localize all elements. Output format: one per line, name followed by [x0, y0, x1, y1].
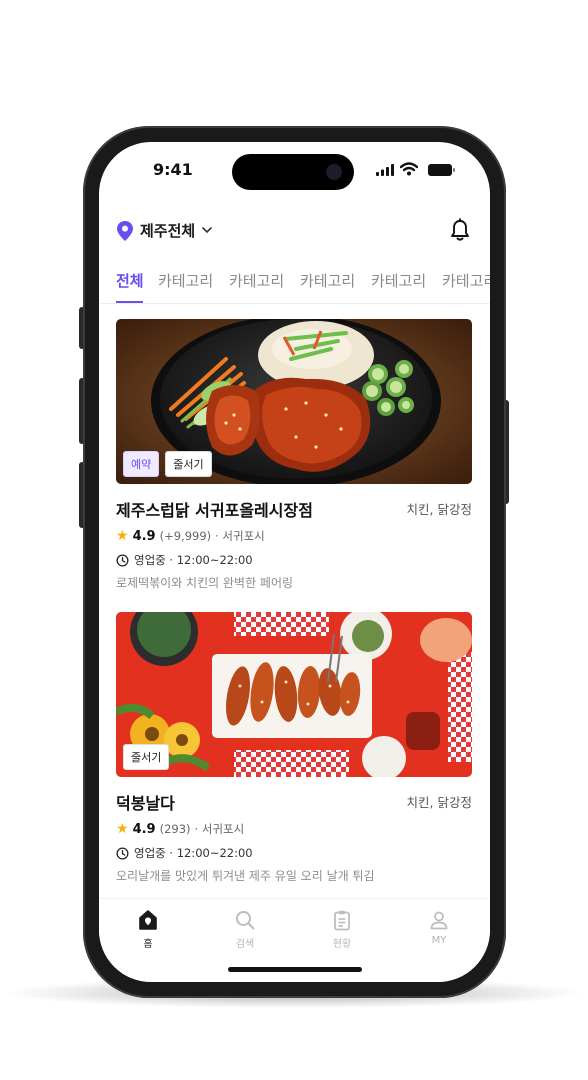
tab-all[interactable]: 전체 [116, 270, 144, 291]
nav-search[interactable]: 검색 [215, 909, 275, 950]
status-bar: 9:41 [99, 142, 490, 198]
location-selector[interactable]: 제주전체 [117, 220, 213, 241]
star-icon: ★ [116, 821, 129, 837]
nav-home-label: 홈 [143, 939, 153, 950]
waitlist-badge: 줄서기 [123, 744, 170, 770]
home-indicator[interactable] [228, 967, 362, 972]
store-hours: 영업중 · 12:00~22:00 [134, 553, 253, 567]
store-category: 치킨, 닭강정 [406, 502, 472, 517]
store-rating-row: ★ 4.9 (293) · 서귀포시 [116, 818, 472, 840]
search-icon [236, 911, 255, 930]
store-name: 제주스럽닭 서귀포올레시장점 [116, 501, 313, 520]
store-description: 오리날개를 맛있게 튀겨낸 제주 유일 오리 날개 튀김 [116, 869, 375, 883]
store-badges: 예약 줄서기 [123, 451, 212, 477]
bottom-navigation: 홈 검색 현황 MY [99, 898, 490, 982]
store-category: 치킨, 닭강정 [406, 795, 472, 810]
home-icon [139, 910, 157, 930]
tab-category-5[interactable]: 카테고리 [442, 270, 490, 291]
store-area: · 서귀포시 [194, 822, 245, 836]
nav-home[interactable]: 홈 [118, 909, 178, 950]
clock-icon [116, 846, 129, 860]
bell-icon[interactable] [448, 218, 472, 242]
store-hours: 영업중 · 12:00~22:00 [134, 846, 253, 860]
active-tab-indicator [116, 301, 143, 303]
store-title-row: 덕봉날다 치킨, 닭강정 [116, 788, 472, 818]
store-photo: 줄서기 [116, 612, 472, 777]
nav-status-label: 현황 [332, 939, 352, 950]
app-screen: 9:41 제주전체 전체 카테고리 카테고리 카테고리 카테고리 카테고 예약 … [99, 142, 490, 982]
chevron-down-icon [202, 227, 213, 234]
nav-my[interactable]: MY [409, 909, 469, 946]
store-photo: 예약 줄서기 [116, 319, 472, 484]
store-review-count: (+9,999) [159, 529, 212, 543]
nav-my-label: MY [431, 935, 447, 946]
nav-status[interactable]: 현황 [312, 909, 372, 950]
clock-icon [116, 553, 129, 567]
reservation-badge: 예약 [123, 451, 160, 477]
wifi-icon [400, 162, 418, 176]
store-card[interactable]: 줄서기 덕봉날다 치킨, 닭강정 ★ 4.9 (293) · 서귀포시 영업중 … [116, 612, 472, 889]
tab-category-1[interactable]: 카테고리 [158, 270, 213, 291]
store-rating-row: ★ 4.9 (+9,999) · 서귀포시 [116, 525, 472, 547]
camera-icon [326, 164, 342, 180]
duck-wings-photo [116, 612, 472, 777]
store-rating: 4.9 [132, 528, 156, 544]
dynamic-island [232, 154, 354, 190]
cellular-signal-icon [376, 164, 394, 176]
store-title-row: 제주스럽닭 서귀포올레시장점 치킨, 닭강정 [116, 495, 472, 525]
store-hours-row: 영업중 · 12:00~22:00 [116, 549, 472, 571]
tab-category-4[interactable]: 카테고리 [371, 270, 426, 291]
status-time: 9:41 [153, 160, 193, 179]
store-badges: 줄서기 [123, 744, 170, 770]
store-hours-row: 영업중 · 12:00~22:00 [116, 842, 472, 864]
tab-category-2[interactable]: 카테고리 [229, 270, 284, 291]
star-icon: ★ [116, 528, 129, 544]
waitlist-badge: 줄서기 [165, 451, 212, 477]
store-name: 덕봉날다 [116, 794, 175, 813]
phone-frame: 9:41 제주전체 전체 카테고리 카테고리 카테고리 카테고리 카테고 예약 … [83, 126, 506, 998]
tab-category-3[interactable]: 카테고리 [300, 270, 355, 291]
nav-search-label: 검색 [235, 939, 255, 950]
category-tabs: 전체 카테고리 카테고리 카테고리 카테고리 카테고리 [99, 270, 490, 304]
store-card[interactable]: 예약 줄서기 제주스럽닭 서귀포올레시장점 치킨, 닭강정 ★ 4.9 (+9,… [116, 319, 472, 596]
store-area: · 서귀포시 [215, 529, 265, 543]
app-header: 제주전체 [99, 214, 490, 254]
location-label: 제주전체 [140, 222, 196, 240]
store-review-count: (293) [159, 822, 191, 836]
map-pin-icon [117, 220, 133, 241]
battery-icon [428, 164, 455, 176]
user-icon [430, 911, 448, 930]
store-description: 로제떡볶이와 치킨의 완벽한 페어링 [116, 576, 294, 590]
store-rating: 4.9 [132, 821, 156, 837]
clipboard-icon [334, 910, 350, 931]
